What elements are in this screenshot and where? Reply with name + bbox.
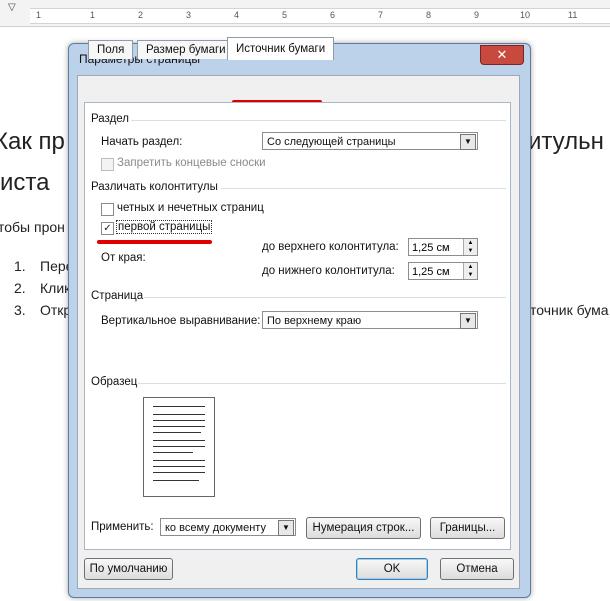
spin-down-icon[interactable]: ▼ xyxy=(463,247,477,255)
spin-up-icon[interactable]: ▲ xyxy=(463,263,477,271)
spin-down-icon[interactable]: ▼ xyxy=(463,271,477,279)
ruler-mark: 5 xyxy=(282,10,288,20)
doc-heading-line2: иста xyxy=(0,169,50,196)
section-start-value: Со следующей страницы xyxy=(267,136,396,148)
chevron-down-icon[interactable]: ▼ xyxy=(460,134,476,150)
ruler-mark: 6 xyxy=(330,10,336,20)
page-preview xyxy=(143,397,215,497)
apply-to-select[interactable]: ко всему документу ▼ xyxy=(160,518,296,536)
line-numbers-button[interactable]: Нумерация строк... xyxy=(306,517,421,539)
preview-group-label: Образец xyxy=(91,376,138,388)
section-group-label: Раздел xyxy=(91,113,130,125)
page-group-label: Страница xyxy=(91,290,144,302)
divider xyxy=(138,383,506,384)
doc-heading-right: итульн xyxy=(528,128,604,155)
list-number: 2. xyxy=(14,280,26,296)
suppress-endnotes-checkbox[interactable] xyxy=(101,158,114,171)
first-page-checkbox[interactable]: ✓ xyxy=(101,222,114,235)
header-distance-value: 1,25 см xyxy=(412,242,450,254)
apply-to-value: ко всему документу xyxy=(165,522,266,534)
divider xyxy=(144,297,506,298)
ruler-mark: 1 xyxy=(90,10,96,20)
set-default-button[interactable]: По умолчанию xyxy=(84,558,173,580)
footer-distance-spinner[interactable]: 1,25 см ▲ ▼ xyxy=(408,262,478,280)
tab-margins[interactable]: Поля xyxy=(88,40,134,59)
ruler-mark: 7 xyxy=(378,10,384,20)
tab-paper-source[interactable]: Источник бумаги xyxy=(227,37,335,60)
chevron-down-icon[interactable]: ▼ xyxy=(278,520,294,536)
ruler-mark: 8 xyxy=(426,10,432,20)
list-number: 1. xyxy=(14,258,26,274)
chevron-down-icon[interactable]: ▼ xyxy=(460,313,476,329)
doc-heading-left: Как пр xyxy=(0,128,65,155)
cancel-button[interactable]: Отмена xyxy=(440,558,514,580)
ruler-strip: 1 1 2 3 4 5 6 7 8 9 10 11 xyxy=(30,8,610,24)
ruler-mark: 3 xyxy=(186,10,192,20)
vertical-align-label: Вертикальное выравнивание: xyxy=(101,315,261,327)
from-edge-label: От края: xyxy=(101,252,146,264)
doc-paragraph: тобы прон xyxy=(0,219,65,235)
ruler-mark: 11 xyxy=(568,10,578,20)
indent-marker-icon[interactable]: ▽ xyxy=(8,2,16,13)
footer-distance-value: 1,25 см xyxy=(412,266,450,278)
header-distance-spinner[interactable]: 1,25 см ▲ ▼ xyxy=(408,238,478,256)
ruler-mark: 2 xyxy=(138,10,144,20)
odd-even-label: четных и нечетных страниц xyxy=(117,202,264,214)
ruler-mark: 9 xyxy=(474,10,480,20)
section-start-select[interactable]: Со следующей страницы ▼ xyxy=(262,132,478,150)
list-item: Откр xyxy=(40,302,72,318)
list-number: 3. xyxy=(14,302,26,318)
ruler-mark: 1 xyxy=(36,10,42,20)
footer-distance-label: до нижнего колонтитула: xyxy=(262,265,395,277)
suppress-endnotes-label: Запретить концевые сноски xyxy=(117,157,266,169)
divider xyxy=(221,188,506,189)
vertical-align-value: По верхнему краю xyxy=(267,315,362,327)
close-icon[interactable]: ✕ xyxy=(480,45,524,65)
section-start-label: Начать раздел: xyxy=(101,136,183,148)
borders-button[interactable]: Границы... xyxy=(430,517,505,539)
ok-button[interactable]: OK xyxy=(356,558,428,580)
list-item: Клик xyxy=(40,280,71,296)
list-item-right: точник бума xyxy=(530,302,609,318)
header-distance-label: до верхнего колонтитула: xyxy=(262,241,399,253)
vertical-align-select[interactable]: По верхнему краю ▼ xyxy=(262,311,478,329)
headers-footers-group-label: Различать колонтитулы xyxy=(91,181,218,193)
odd-even-checkbox[interactable] xyxy=(101,203,114,216)
ruler-mark: 4 xyxy=(234,10,240,20)
first-page-label: первой страницы xyxy=(116,220,213,234)
ruler: ▽ 1 1 2 3 4 5 6 7 8 9 10 11 xyxy=(0,0,610,27)
divider xyxy=(131,120,506,121)
tab-paper-size[interactable]: Размер бумаги xyxy=(137,40,235,59)
red-underline-first-page xyxy=(97,240,212,244)
apply-label: Применить: xyxy=(91,521,154,533)
ruler-mark: 10 xyxy=(520,10,531,20)
spin-up-icon[interactable]: ▲ xyxy=(463,239,477,247)
